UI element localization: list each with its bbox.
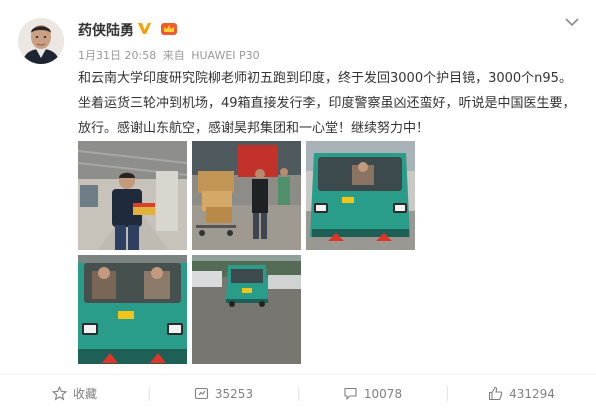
post-timestamp[interactable]: 1月31日 20:58 xyxy=(78,49,156,62)
like-count: 431294 xyxy=(509,386,555,401)
source-label: 来自 xyxy=(162,49,185,62)
photo-thumbnail-3[interactable] xyxy=(306,141,415,250)
action-toolbar: 收藏 35253 10078 431294 xyxy=(0,374,596,411)
photo-grid xyxy=(78,141,418,364)
thumbs-up-icon xyxy=(488,386,503,401)
weibo-post-card: 药侠陆勇 1月31日 20:58 来自 HUAWEI P30 和云南大学印度研究… xyxy=(0,0,596,411)
member-crown-icon[interactable] xyxy=(160,21,178,36)
comment-count: 10078 xyxy=(363,386,403,401)
chevron-down-icon[interactable] xyxy=(564,16,580,28)
photo-thumbnail-1[interactable] xyxy=(78,141,187,250)
repost-count: 35253 xyxy=(214,386,254,401)
post-text: 和云南大学印度研究院柳老师初五跑到印度，终于发回3000个护目镜，3000个n9… xyxy=(78,71,576,136)
post-meta: 1月31日 20:58 来自 HUAWEI P30 xyxy=(78,47,263,63)
star-icon xyxy=(51,386,67,401)
comment-button[interactable]: 10078 xyxy=(298,375,447,411)
repost-icon xyxy=(194,386,209,401)
favorite-label: 收藏 xyxy=(72,387,97,401)
author-name[interactable]: 药侠陆勇 xyxy=(78,20,134,40)
repost-button[interactable]: 35253 xyxy=(149,375,298,411)
comment-icon xyxy=(343,386,358,401)
photo-thumbnail-5[interactable] xyxy=(192,255,301,364)
verified-badge-icon xyxy=(138,23,151,34)
photo-thumbnail-4[interactable] xyxy=(78,255,187,364)
photo-thumbnail-2[interactable] xyxy=(192,141,301,250)
favorite-button[interactable]: 收藏 xyxy=(0,375,149,411)
author-avatar[interactable] xyxy=(18,18,64,64)
like-button[interactable]: 431294 xyxy=(447,375,596,411)
source-device[interactable]: HUAWEI P30 xyxy=(191,49,259,62)
